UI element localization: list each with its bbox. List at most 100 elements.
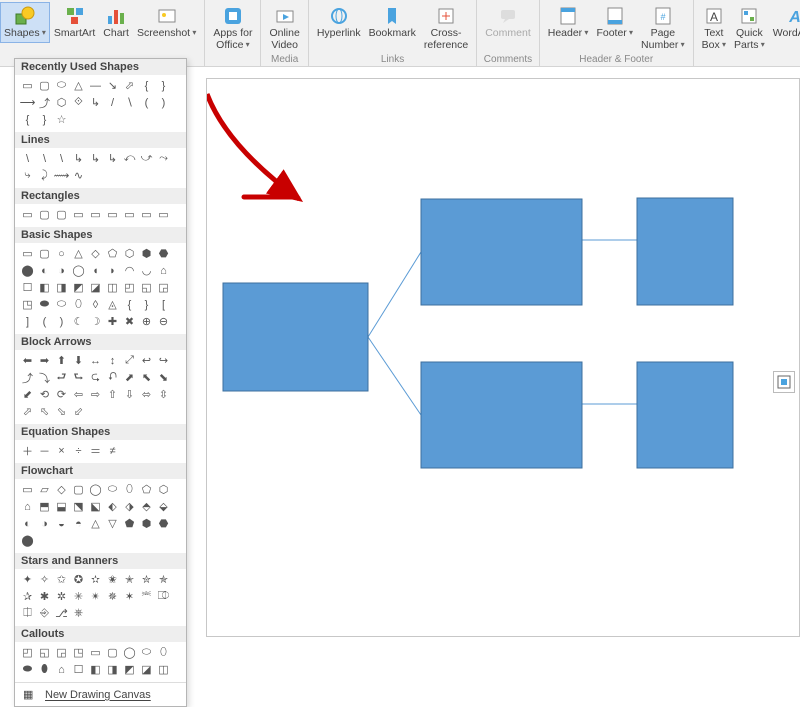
shape-option[interactable]: ⬁ bbox=[37, 404, 52, 419]
shape-option[interactable]: ◲ bbox=[156, 280, 171, 295]
shape-option[interactable]: ◇ bbox=[54, 482, 69, 497]
footer-button[interactable]: Footer bbox=[592, 2, 637, 54]
shape-option[interactable]: ➡ bbox=[37, 353, 52, 368]
hyperlink-button[interactable]: Hyperlink bbox=[313, 2, 365, 54]
shape-option[interactable]: ▭ bbox=[20, 482, 35, 497]
shape-option[interactable]: ⤵ bbox=[37, 370, 52, 385]
apps-office-button[interactable]: Apps for Office bbox=[209, 2, 256, 54]
shape-option[interactable]: × bbox=[54, 443, 69, 458]
shape-option[interactable]: ⎈ bbox=[71, 606, 86, 621]
crossref-button[interactable]: Cross- reference bbox=[420, 2, 472, 54]
shape-option[interactable]: ◪ bbox=[139, 662, 154, 677]
shape-option[interactable]: ⎄ bbox=[156, 589, 171, 604]
bookmark-button[interactable]: Bookmark bbox=[365, 2, 420, 54]
shape-option[interactable]: ⬀ bbox=[20, 404, 35, 419]
shape-option[interactable]: \ bbox=[20, 151, 35, 166]
shape-option[interactable]: △ bbox=[88, 516, 103, 531]
shape-option[interactable]: ⌂ bbox=[54, 662, 69, 677]
shape-option[interactable]: ⤺ bbox=[122, 151, 137, 166]
shape-option[interactable]: ⟿ bbox=[54, 168, 69, 183]
shape-option[interactable]: ⮑ bbox=[71, 370, 86, 385]
shape-option[interactable]: ⤸ bbox=[37, 168, 52, 183]
shape-option[interactable]: △ bbox=[71, 246, 86, 261]
shape-option[interactable]: ⬈ bbox=[122, 370, 137, 385]
shape-option[interactable]: ⇩ bbox=[122, 387, 137, 402]
shape-option[interactable]: ( bbox=[139, 95, 154, 110]
shape-option[interactable]: ⬬ bbox=[20, 662, 35, 677]
shape-option[interactable]: ◯ bbox=[88, 482, 103, 497]
shape-option[interactable]: \ bbox=[37, 151, 52, 166]
shape-option[interactable]: ☐ bbox=[71, 662, 86, 677]
shape-option[interactable]: ◨ bbox=[54, 280, 69, 295]
shape-option[interactable]: ✶ bbox=[122, 589, 137, 604]
shape-option[interactable]: ◨ bbox=[105, 662, 120, 677]
shape-option[interactable]: ◲ bbox=[54, 645, 69, 660]
shape-option[interactable]: ⬭ bbox=[105, 482, 120, 497]
shape-option[interactable]: ◖ bbox=[88, 263, 103, 278]
shape-option[interactable]: ⌂ bbox=[20, 499, 35, 514]
shape-option[interactable]: ▭ bbox=[139, 207, 154, 222]
shape-option[interactable]: ▽ bbox=[105, 516, 120, 531]
shape-option[interactable]: ✭ bbox=[122, 572, 137, 587]
shape-option[interactable]: ✦ bbox=[20, 572, 35, 587]
shape-option[interactable]: [ bbox=[156, 297, 171, 312]
shape-option[interactable]: ✖ bbox=[122, 314, 137, 329]
shape-option[interactable]: ⬯ bbox=[71, 297, 86, 312]
shape-option[interactable]: ▭ bbox=[122, 207, 137, 222]
screenshot-button[interactable]: Screenshot bbox=[133, 2, 200, 43]
shape-option[interactable]: ⬭ bbox=[139, 645, 154, 660]
shape-option[interactable]: } bbox=[139, 297, 154, 312]
shape-option[interactable]: ↳ bbox=[71, 151, 86, 166]
shape-option[interactable]: ⬀ bbox=[122, 78, 137, 93]
shape-option[interactable]: ⬣ bbox=[156, 246, 171, 261]
shape-option[interactable]: \ bbox=[54, 151, 69, 166]
shape-option[interactable]: ⎇ bbox=[54, 606, 69, 621]
shape-option[interactable]: ✰ bbox=[20, 589, 35, 604]
shape-option[interactable]: { bbox=[20, 112, 35, 127]
shape-option[interactable]: ⬡ bbox=[54, 95, 69, 110]
shape-option[interactable]: ◠ bbox=[122, 263, 137, 278]
shape-option[interactable]: ⮎ bbox=[88, 370, 103, 385]
shape-option[interactable]: ⤴ bbox=[20, 370, 35, 385]
shape-option[interactable]: ⬆ bbox=[54, 353, 69, 368]
shape-option[interactable]: ▢ bbox=[37, 78, 52, 93]
shape-option[interactable]: ⬙ bbox=[156, 499, 171, 514]
shape-option[interactable]: { bbox=[122, 297, 137, 312]
shape-option[interactable]: ⊕ bbox=[139, 314, 154, 329]
shape-option[interactable]: ▢ bbox=[71, 482, 86, 497]
shape-option[interactable]: ↳ bbox=[88, 151, 103, 166]
shape-option[interactable]: ↳ bbox=[88, 95, 103, 110]
online-video-button[interactable]: Online Video bbox=[265, 2, 303, 54]
shape-option[interactable]: ⇨ bbox=[88, 387, 103, 402]
shape-option[interactable]: ⟲ bbox=[37, 387, 52, 402]
shape-option[interactable]: ↕ bbox=[105, 353, 120, 368]
shape-option[interactable]: ☽ bbox=[88, 314, 103, 329]
shape-option[interactable]: ⬣ bbox=[156, 516, 171, 531]
shape-option[interactable]: ✱ bbox=[37, 589, 52, 604]
shape-option[interactable]: ◰ bbox=[122, 280, 137, 295]
shape-option[interactable]: ◡ bbox=[139, 263, 154, 278]
shape-option[interactable]: ☾ bbox=[71, 314, 86, 329]
shape-option[interactable]: ⬯ bbox=[122, 482, 137, 497]
shape-option[interactable]: ↘ bbox=[105, 78, 120, 93]
shape-option[interactable]: ▭ bbox=[71, 207, 86, 222]
shape-option[interactable]: ▭ bbox=[105, 207, 120, 222]
shape-option[interactable]: / bbox=[105, 95, 120, 110]
page-number-button[interactable]: # Page Number bbox=[637, 2, 689, 54]
shape-option[interactable]: ◳ bbox=[71, 645, 86, 660]
shape-option[interactable]: ⎅ bbox=[20, 606, 35, 621]
shape-option[interactable]: } bbox=[37, 112, 52, 127]
shape-option[interactable]: ⬂ bbox=[54, 404, 69, 419]
shape-option[interactable]: ◪ bbox=[88, 280, 103, 295]
shape-option[interactable]: ◒ bbox=[54, 516, 69, 531]
shape-option[interactable]: ⬡ bbox=[156, 482, 171, 497]
shape-option[interactable]: ◐ bbox=[37, 263, 52, 278]
shape-option[interactable]: ⎆ bbox=[37, 606, 52, 621]
shape-option[interactable]: ◇ bbox=[88, 246, 103, 261]
shape-option[interactable]: ⬠ bbox=[105, 246, 120, 261]
shape-option[interactable]: ▭ bbox=[20, 207, 35, 222]
new-drawing-canvas-button[interactable]: ▦ New Drawing Canvas bbox=[15, 682, 186, 706]
shape-option[interactable]: ◩ bbox=[71, 280, 86, 295]
shape-option[interactable]: ⬬ bbox=[37, 297, 52, 312]
shape-option[interactable]: ⬇ bbox=[71, 353, 86, 368]
